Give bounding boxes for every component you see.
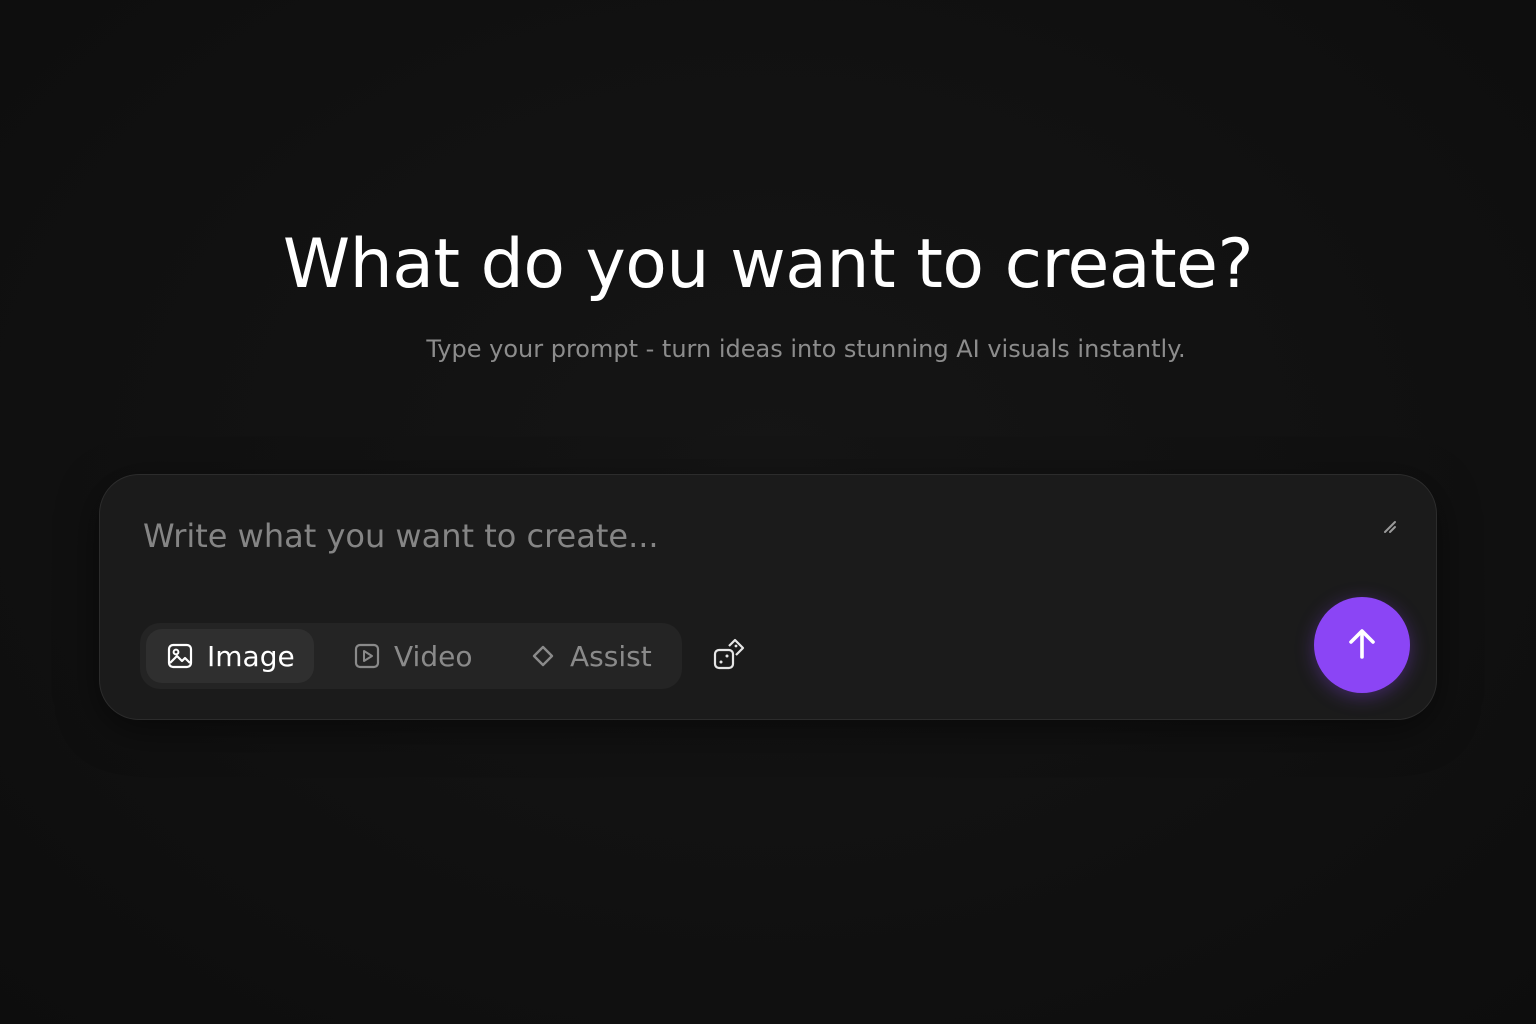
resize-handle-icon[interactable]: [1382, 519, 1398, 535]
tab-assist-label: Assist: [570, 639, 652, 673]
page: What do you want to create? Type your pr…: [0, 0, 1536, 1024]
prompt-input[interactable]: [143, 511, 1323, 561]
tab-image-label: Image: [207, 639, 295, 673]
mode-selector: Image Video Assist: [140, 623, 682, 689]
random-prompt-button[interactable]: [710, 638, 750, 676]
video-icon: [354, 643, 380, 669]
tab-image[interactable]: Image: [146, 629, 314, 683]
dice-icon: [712, 637, 748, 677]
tab-assist[interactable]: Assist: [522, 629, 672, 683]
diamond-icon: [530, 643, 556, 669]
send-button[interactable]: [1314, 597, 1410, 693]
prompt-composer: Image Video Assist: [99, 474, 1437, 720]
tab-video-label: Video: [394, 639, 473, 673]
arrow-up-icon: [1342, 624, 1382, 667]
image-icon: [167, 643, 193, 669]
page-title: What do you want to create?: [282, 225, 1254, 304]
tab-video[interactable]: Video: [344, 629, 484, 683]
page-subtitle: Type your prompt - turn ideas into stunn…: [426, 335, 1186, 363]
